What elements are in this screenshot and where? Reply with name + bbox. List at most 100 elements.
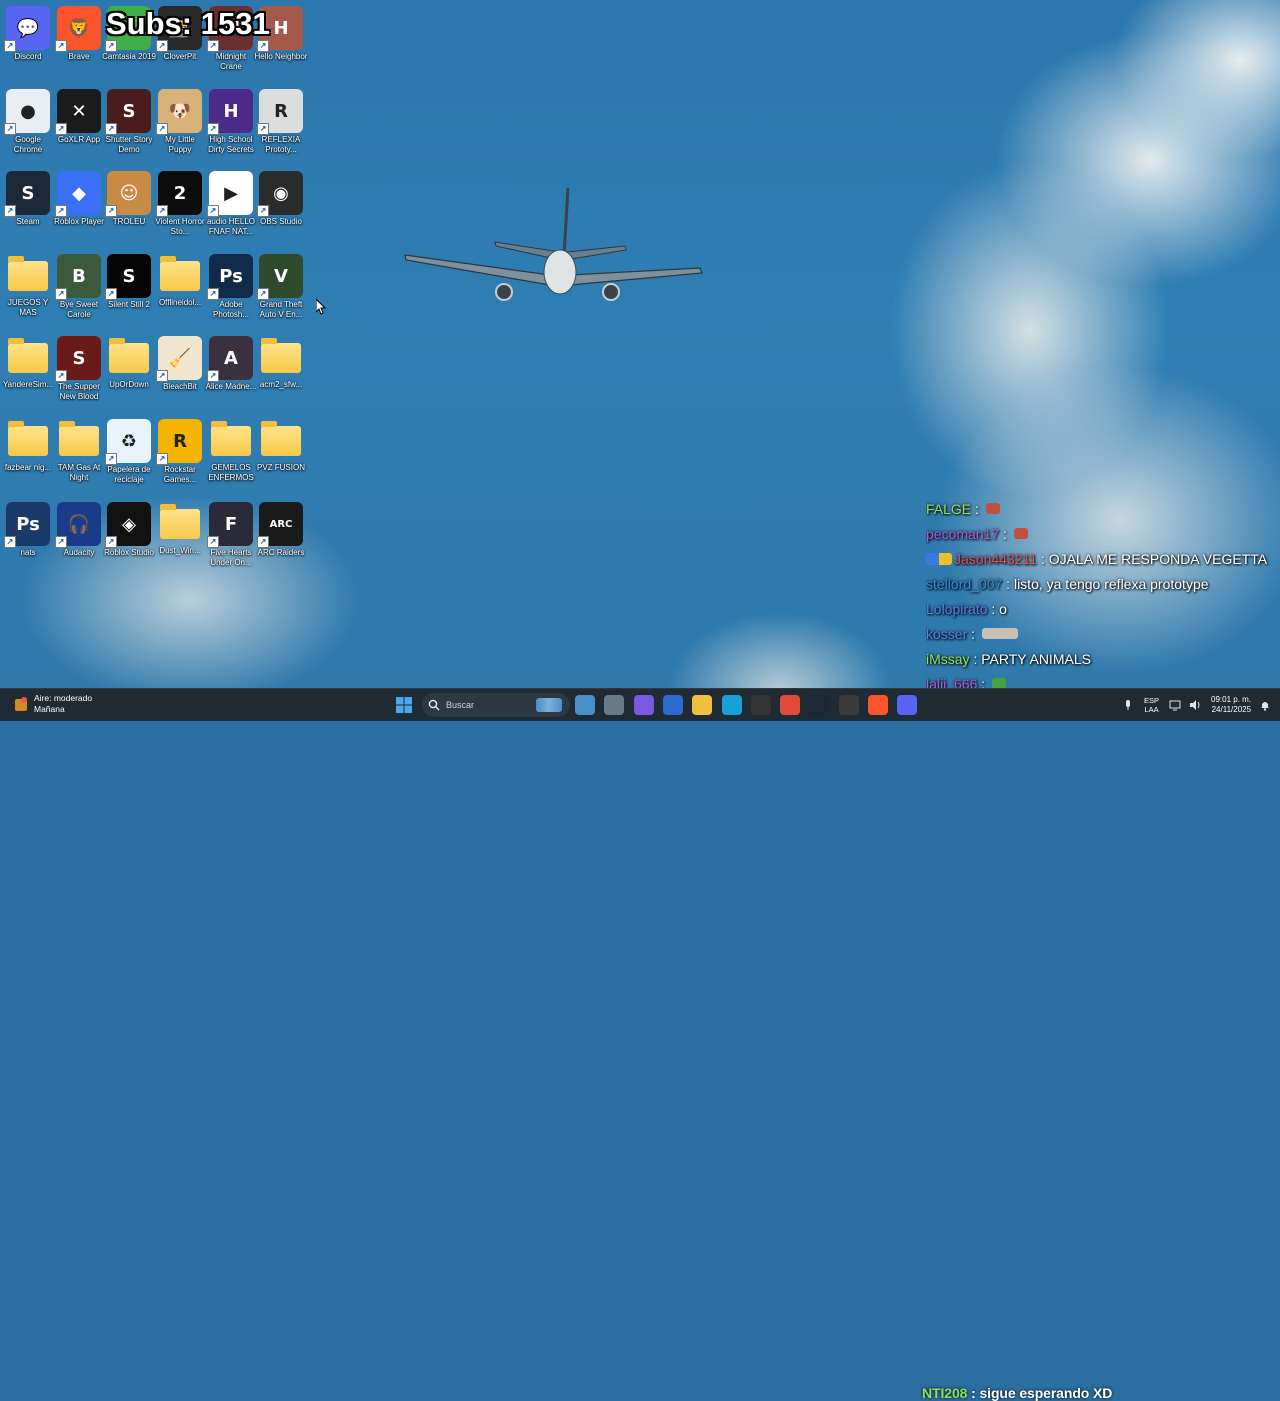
widgets-taskbar-icon[interactable] <box>575 695 595 715</box>
shortcut-arrow-icon: ↗ <box>207 123 219 135</box>
desktop-icon[interactable]: 🦁 ↗ Brave <box>54 6 104 62</box>
desktop-icon[interactable]: Ps ↗ nats <box>3 502 53 558</box>
desktop-icon[interactable]: acm2_sfw... <box>256 336 306 390</box>
app-icon: ◈ ↗ <box>105 502 151 548</box>
chat-message-line: Jason443211 : OJALA ME RESPONDA VEGETTA <box>926 546 1280 571</box>
shortcut-arrow-icon: ↗ <box>207 288 219 300</box>
desktop-icon[interactable]: ☺ ↗ TROLEU <box>104 171 154 227</box>
network-icon[interactable] <box>1169 699 1181 711</box>
shortcut-arrow-icon: ↗ <box>4 536 16 548</box>
app-icon: S ↗ <box>105 254 151 300</box>
shortcut-arrow-icon: ↗ <box>257 536 269 548</box>
desktop-icon[interactable]: S ↗ Shutter Story Demo <box>104 89 154 154</box>
chat-username: Jason443211 <box>954 550 1038 567</box>
language-indicator[interactable]: ESP LAA <box>1144 696 1159 714</box>
desktop-icon[interactable]: JUEGOS Y MAS <box>3 254 53 317</box>
folder-taskbar-icon[interactable] <box>692 695 713 715</box>
steam-taskbar-icon[interactable] <box>809 695 830 715</box>
chat-emote-icon <box>992 678 1007 688</box>
desktop-icon[interactable]: UpOrDown <box>104 336 154 390</box>
search-placeholder: Buscar <box>446 700 475 710</box>
discord-taskbar-icon[interactable] <box>897 695 918 715</box>
desktop-icon[interactable]: Ps ↗ Adobe Photosh... <box>206 254 256 319</box>
obs-taskbar-icon[interactable] <box>838 695 859 715</box>
desktop-icon[interactable]: ◆ ↗ Roblox Player <box>54 171 104 227</box>
chat-message-text: listo, ya tengo reflexa prototype <box>1013 575 1209 592</box>
desktop-icon[interactable]: TAM Gas At Night <box>54 419 104 482</box>
desktop-icon[interactable]: S ↗ Silent Still 2 <box>104 254 154 310</box>
desktop-icon[interactable]: 💬 ↗ Discord <box>3 6 53 62</box>
folder-icon <box>59 421 99 456</box>
shortcut-arrow-icon: ↗ <box>4 205 16 217</box>
notification-bell-icon[interactable] <box>1259 699 1271 711</box>
desktop-icon[interactable]: fazbear nig... <box>3 419 53 473</box>
copilot-taskbar-icon[interactable] <box>633 695 654 715</box>
desktop-icon-label: Audacity <box>63 548 95 557</box>
shortcut-arrow-icon: ↗ <box>257 205 269 217</box>
chat-message-line: kosser : <box>926 621 1280 646</box>
desktop-icon[interactable]: A ↗ Alice Madne... <box>206 336 256 392</box>
desktop-icon-label: Roblox Studio <box>104 548 154 557</box>
desktop-icon[interactable]: R ↗ Rockstar Games... <box>155 419 205 484</box>
desktop-icon[interactable]: ♻ ↗ Papelera de reciclaje <box>104 419 154 484</box>
desktop-icon[interactable]: S ↗ Steam <box>3 171 53 227</box>
chrome-taskbar-icon[interactable] <box>780 695 801 715</box>
desktop-icon[interactable]: H ↗ High School Dirty Secrets <box>206 89 256 154</box>
desktop-icon[interactable]: ◈ ↗ Roblox Studio <box>104 502 154 558</box>
chat-username: iMssay <box>926 650 970 667</box>
desktop-icon[interactable]: B ↗ Bye Sweet Carole <box>54 254 104 319</box>
app-icon: 🦁 ↗ <box>55 6 101 52</box>
app-icon: ● ↗ <box>4 89 50 135</box>
file-explorer-taskbar-icon[interactable] <box>604 695 625 715</box>
desktop-icon[interactable]: 🎧 ↗ Audacity <box>54 502 104 558</box>
weather-widget[interactable]: Aire: moderado Mañana <box>12 693 92 715</box>
desktop-icon-label: nats <box>20 548 36 557</box>
shortcut-arrow-icon: ↗ <box>4 40 16 52</box>
desktop-icon[interactable]: ● ↗ Google Chrome <box>3 89 53 154</box>
desktop-icon[interactable]: 🧹 ↗ BleachBit <box>155 336 205 392</box>
desktop-icon[interactable]: ▶ ↗ audio HELLO FNAF NAT... <box>206 171 256 236</box>
app-icon: S ↗ <box>105 89 151 135</box>
folder-icon <box>160 504 200 539</box>
brave-taskbar-icon[interactable] <box>868 695 888 715</box>
folder-icon <box>8 338 48 373</box>
desktop-icon-label: The Supper New Blood <box>58 382 100 401</box>
desktop-icon[interactable]: YandereSim... <box>3 336 53 390</box>
taskbar-search-box[interactable]: Buscar <box>422 693 570 717</box>
chat-message-line: lalii_666 : <box>926 671 1280 688</box>
desktop-icon-label: JUEGOS Y MAS <box>7 298 49 317</box>
desktop-icon[interactable]: ✕ ↗ GoXLR App <box>54 89 104 145</box>
desktop-icon[interactable]: F ↗ Five Hearts Under On... <box>206 502 256 567</box>
desktop-icon-label: BleachBit <box>163 382 197 391</box>
microphone-icon[interactable] <box>1122 699 1134 711</box>
desktop-icon[interactable]: ARC ↗ ARC Raiders <box>256 502 306 558</box>
desktop-icon[interactable]: S ↗ The Supper New Blood <box>54 336 104 401</box>
app-icon: 🐶 ↗ <box>156 89 202 135</box>
search-highlight-icon <box>536 698 562 712</box>
system-clock[interactable]: 09:01 p. m. 24/11/2025 <box>1211 695 1251 715</box>
app-icon: 2 ↗ <box>156 171 202 217</box>
shortcut-arrow-icon: ↗ <box>55 288 67 300</box>
desktop-icon[interactable]: Offlineidol... <box>155 254 205 308</box>
folder-icon <box>160 256 200 291</box>
store-taskbar-icon[interactable] <box>662 695 683 715</box>
desktop-icon-label: Violent Horror Sto... <box>155 217 205 236</box>
system-tray: ESP LAA 09:01 p. m. 24/11/2025 <box>1118 689 1271 721</box>
desktop-icon[interactable]: R ↗ REFLEXIA Prototy... <box>256 89 306 154</box>
volume-icon[interactable] <box>1189 699 1201 711</box>
edge-taskbar-icon[interactable] <box>721 695 742 715</box>
desktop-icon[interactable]: PVZ FUSION <box>256 419 306 473</box>
app-icon: 🧹 ↗ <box>156 336 202 382</box>
windows-start-icon[interactable] <box>396 697 412 713</box>
app-icon: H ↗ <box>207 89 253 135</box>
app-icon: ☺ ↗ <box>105 171 151 217</box>
desktop-icon[interactable]: 2 ↗ Violent Horror Sto... <box>155 171 205 236</box>
folder-icon <box>8 256 48 291</box>
goxlr-taskbar-icon[interactable] <box>750 695 771 715</box>
shortcut-arrow-icon: ↗ <box>55 536 67 548</box>
desktop-icon[interactable]: V ↗ Grand Theft Auto V En... <box>256 254 306 319</box>
desktop-icon[interactable]: Dust_Win... <box>155 502 205 556</box>
desktop-icon[interactable]: 🐶 ↗ My Little Puppy <box>155 89 205 154</box>
desktop-icon[interactable]: GEMELOS ENFERMOS <box>206 419 256 482</box>
desktop-icon[interactable]: ◉ ↗ OBS Studio <box>256 171 306 227</box>
